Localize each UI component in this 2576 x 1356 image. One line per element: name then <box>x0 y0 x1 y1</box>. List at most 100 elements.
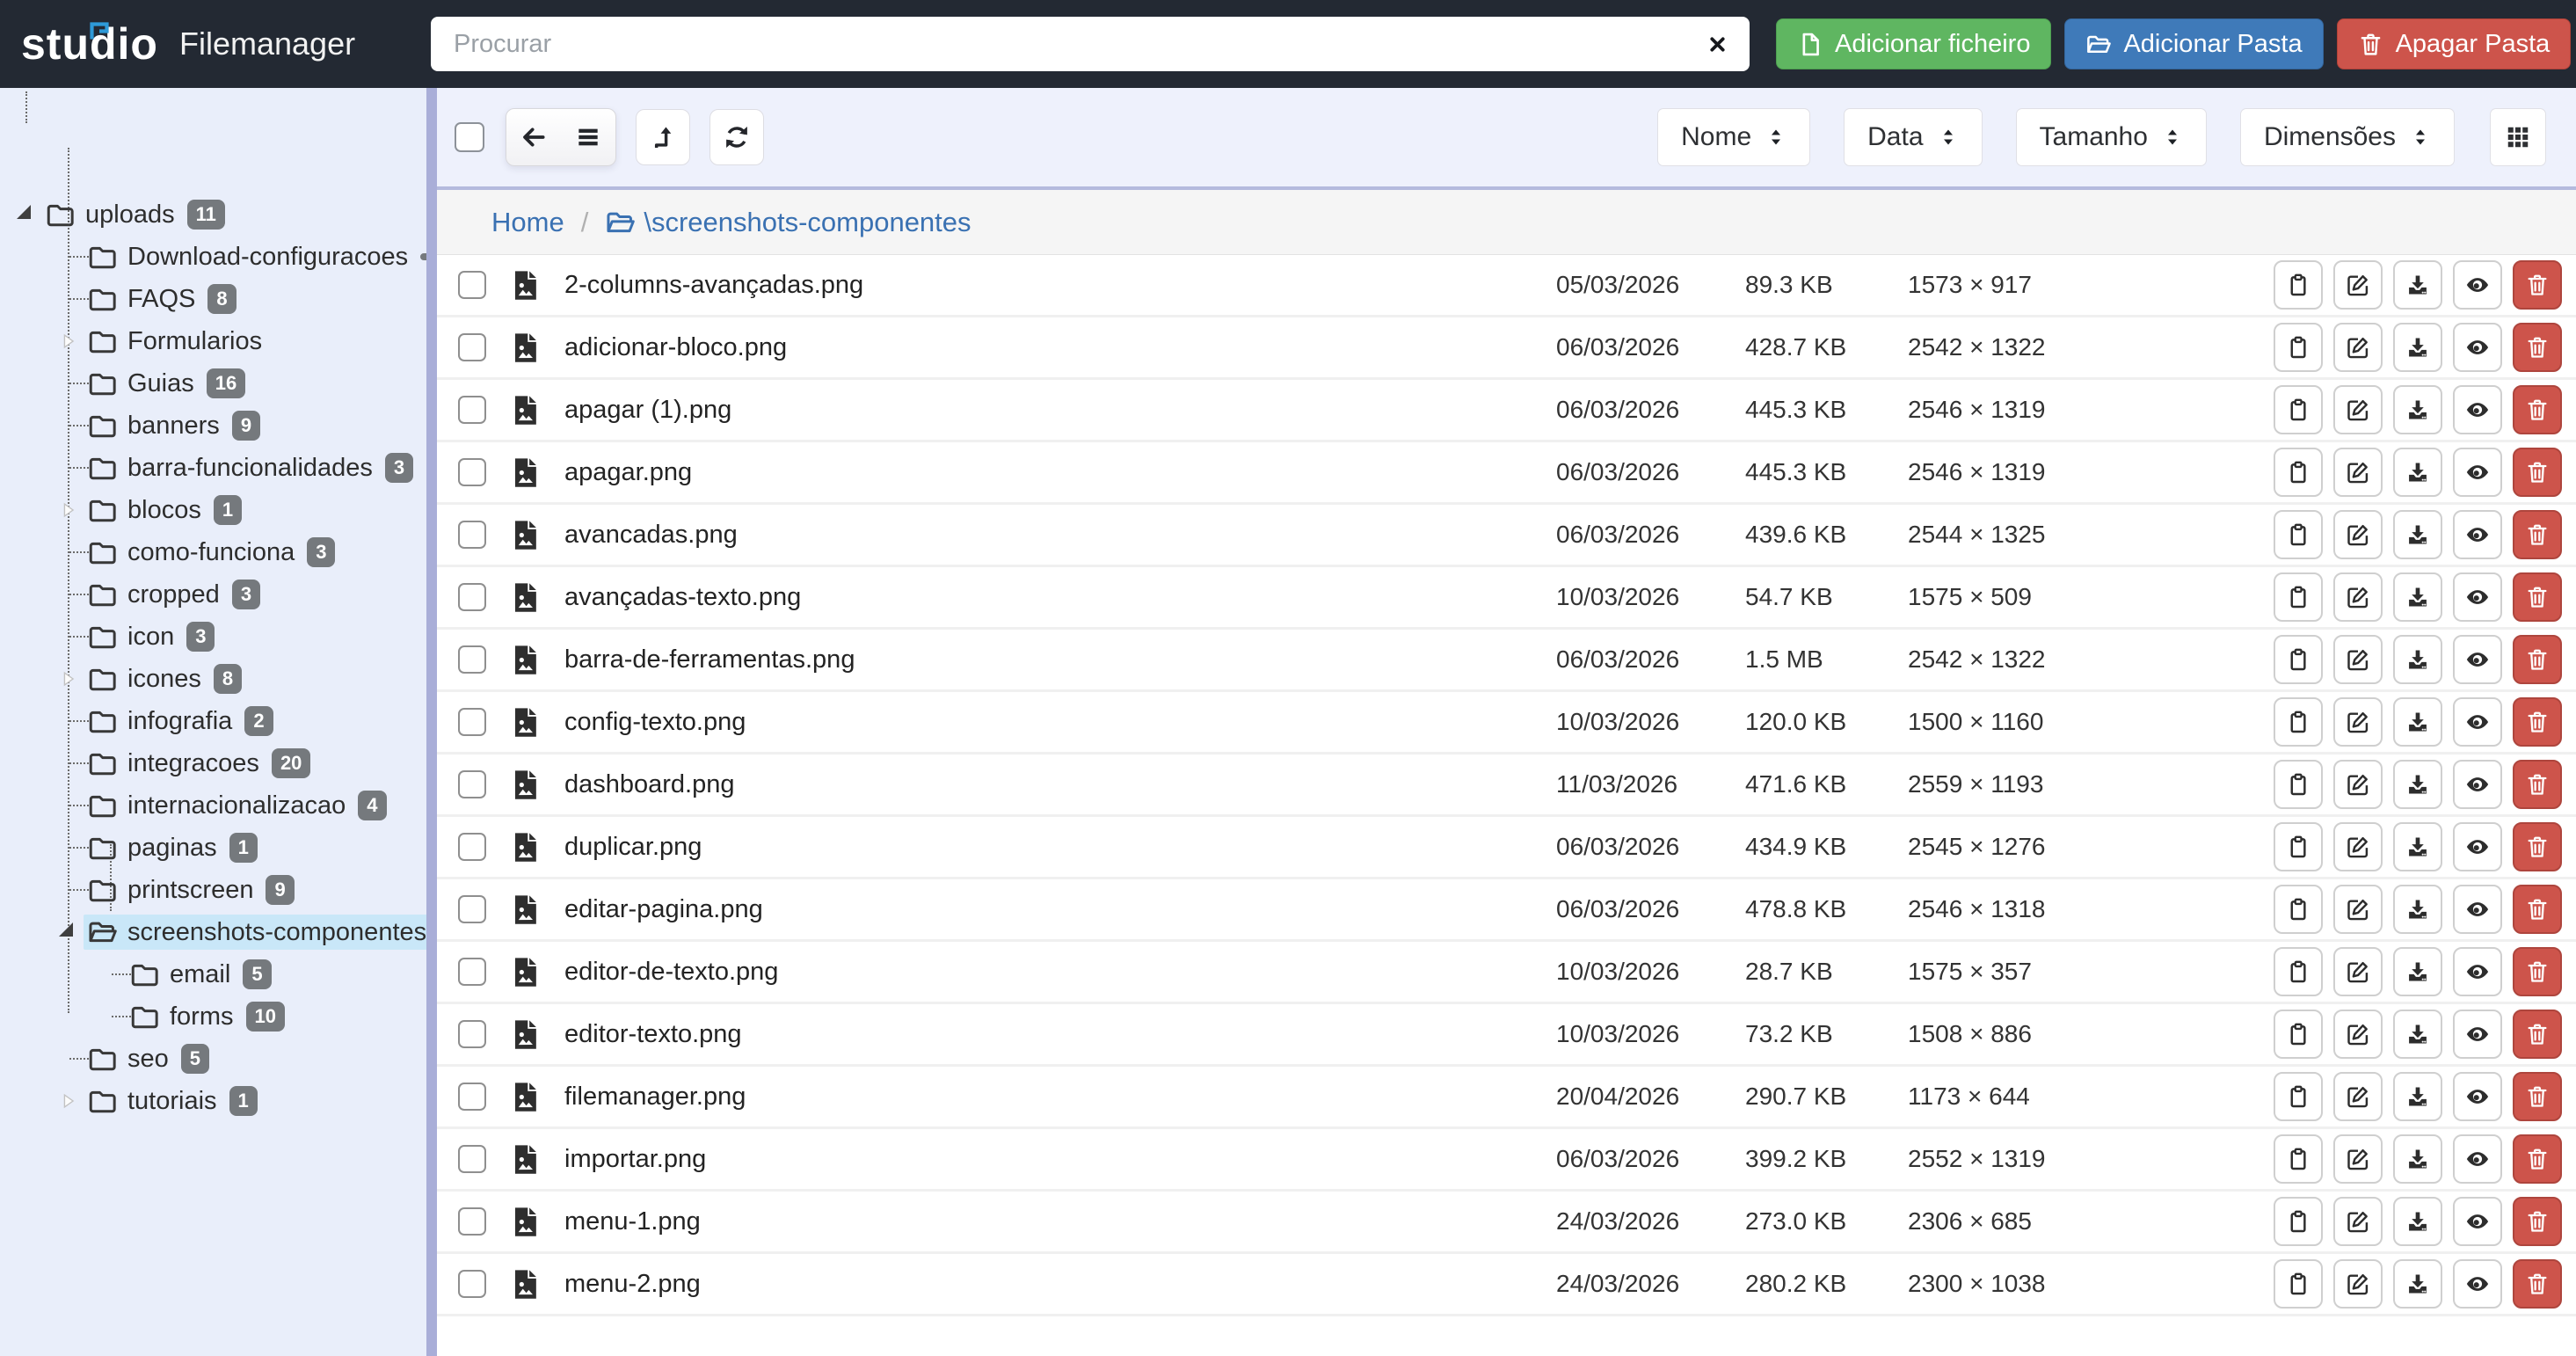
delete-button[interactable] <box>2513 385 2562 434</box>
edit-button[interactable] <box>2333 1259 2383 1309</box>
tree-expander-icon[interactable] <box>54 1038 84 1080</box>
tree-expander-icon[interactable] <box>54 236 84 278</box>
download-button[interactable] <box>2393 697 2442 747</box>
tree-item[interactable]: internacionalizacao 4 <box>0 784 437 827</box>
edit-button[interactable] <box>2333 947 2383 996</box>
tree-expander-icon[interactable] <box>54 447 84 489</box>
row-checkbox[interactable] <box>458 1020 486 1048</box>
delete-button[interactable] <box>2513 947 2562 996</box>
tree-item[interactable]: seo 5 <box>0 1038 437 1080</box>
add-file-button[interactable]: Adicionar ficheiro <box>1776 18 2051 69</box>
edit-button[interactable] <box>2333 697 2383 747</box>
tree-item[interactable]: paginas 1 <box>0 827 437 869</box>
copy-button[interactable] <box>2274 1134 2323 1184</box>
tree-item[interactable]: icones 8 <box>0 658 437 700</box>
tree-item-inner[interactable]: como-funciona 3 <box>84 535 344 570</box>
tree-expander-icon[interactable] <box>54 405 84 447</box>
edit-button[interactable] <box>2333 1197 2383 1246</box>
sort-by-name-button[interactable]: Nome <box>1657 108 1810 166</box>
copy-button[interactable] <box>2274 1259 2323 1309</box>
tree-expander-icon[interactable] <box>54 278 84 320</box>
tree-item[interactable]: FAQS 8 <box>0 278 437 320</box>
tree-item-inner[interactable]: Guias 16 <box>84 366 254 401</box>
copy-button[interactable] <box>2274 260 2323 310</box>
row-checkbox[interactable] <box>458 645 486 674</box>
tree-expander-icon[interactable] <box>54 911 84 953</box>
tree-item-inner[interactable]: email 5 <box>126 957 280 992</box>
copy-button[interactable] <box>2274 1010 2323 1059</box>
tree-expander-icon[interactable] <box>54 784 84 827</box>
level-up-button[interactable] <box>636 109 690 165</box>
tree-item-inner[interactable]: icon 3 <box>84 619 223 654</box>
delete-button[interactable] <box>2513 510 2562 559</box>
edit-button[interactable] <box>2333 1134 2383 1184</box>
tree-expander-icon[interactable] <box>54 658 84 700</box>
tree-item-inner[interactable]: icones 8 <box>84 661 251 696</box>
copy-button[interactable] <box>2274 572 2323 622</box>
download-button[interactable] <box>2393 760 2442 809</box>
delete-button[interactable] <box>2513 822 2562 871</box>
tree-expander-icon[interactable] <box>54 616 84 658</box>
delete-button[interactable] <box>2513 1197 2562 1246</box>
edit-button[interactable] <box>2333 635 2383 684</box>
download-button[interactable] <box>2393 885 2442 934</box>
download-button[interactable] <box>2393 448 2442 497</box>
download-button[interactable] <box>2393 1072 2442 1121</box>
download-button[interactable] <box>2393 260 2442 310</box>
tree-expander-icon[interactable] <box>54 489 84 531</box>
delete-button[interactable] <box>2513 697 2562 747</box>
row-checkbox[interactable] <box>458 833 486 861</box>
grid-view-button[interactable] <box>2490 108 2546 166</box>
preview-button[interactable] <box>2453 510 2502 559</box>
row-checkbox[interactable] <box>458 1207 486 1236</box>
preview-button[interactable] <box>2453 1134 2502 1184</box>
tree-expander-icon[interactable] <box>54 320 84 362</box>
download-button[interactable] <box>2393 1259 2442 1309</box>
edit-button[interactable] <box>2333 760 2383 809</box>
tree-item-inner[interactable]: forms 10 <box>126 999 294 1034</box>
copy-button[interactable] <box>2274 385 2323 434</box>
copy-button[interactable] <box>2274 885 2323 934</box>
row-checkbox[interactable] <box>458 895 486 923</box>
row-checkbox[interactable] <box>458 333 486 361</box>
tree-item[interactable]: printscreen 9 <box>0 869 437 911</box>
tree-item[interactable]: cropped 3 <box>0 573 437 616</box>
tree-item-inner[interactable]: seo 5 <box>84 1041 218 1076</box>
tree-item-inner[interactable]: internacionalizacao 4 <box>84 788 396 823</box>
tree-item[interactable]: como-funciona 3 <box>0 531 437 573</box>
tree-item-inner[interactable]: FAQS 8 <box>84 281 245 317</box>
preview-button[interactable] <box>2453 760 2502 809</box>
preview-button[interactable] <box>2453 1010 2502 1059</box>
copy-button[interactable] <box>2274 510 2323 559</box>
copy-button[interactable] <box>2274 697 2323 747</box>
copy-button[interactable] <box>2274 1072 2323 1121</box>
tree-item-inner[interactable]: Formularios <box>84 324 271 359</box>
breadcrumb-home-link[interactable]: Home <box>491 207 564 238</box>
tree-item[interactable]: infografia 2 <box>0 700 437 742</box>
row-checkbox[interactable] <box>458 583 486 611</box>
tree-item-inner[interactable]: blocos 1 <box>84 492 251 528</box>
download-button[interactable] <box>2393 1010 2442 1059</box>
tree-item-inner[interactable]: Download-configuracoes <box>84 239 437 274</box>
download-button[interactable] <box>2393 1134 2442 1184</box>
preview-button[interactable] <box>2453 260 2502 310</box>
download-button[interactable] <box>2393 572 2442 622</box>
sidebar-scrollbar[interactable] <box>426 88 437 1356</box>
delete-button[interactable] <box>2513 1134 2562 1184</box>
row-checkbox[interactable] <box>458 1083 486 1111</box>
tree-item[interactable]: tutoriais 1 <box>0 1080 437 1122</box>
tree-expander-icon[interactable] <box>96 995 126 1038</box>
tree-expander-icon[interactable] <box>54 827 84 869</box>
tree-item[interactable]: Download-configuracoes <box>0 236 437 278</box>
download-button[interactable] <box>2393 510 2442 559</box>
add-folder-button[interactable]: Adicionar Pasta <box>2064 18 2323 69</box>
row-checkbox[interactable] <box>458 770 486 798</box>
row-checkbox[interactable] <box>458 708 486 736</box>
edit-button[interactable] <box>2333 1072 2383 1121</box>
tree-item[interactable]: Formularios <box>0 320 437 362</box>
tree-item-inner[interactable]: infografia 2 <box>84 704 282 739</box>
tree-item[interactable]: banners 9 <box>0 405 437 447</box>
edit-button[interactable] <box>2333 1010 2383 1059</box>
delete-button[interactable] <box>2513 572 2562 622</box>
preview-button[interactable] <box>2453 572 2502 622</box>
